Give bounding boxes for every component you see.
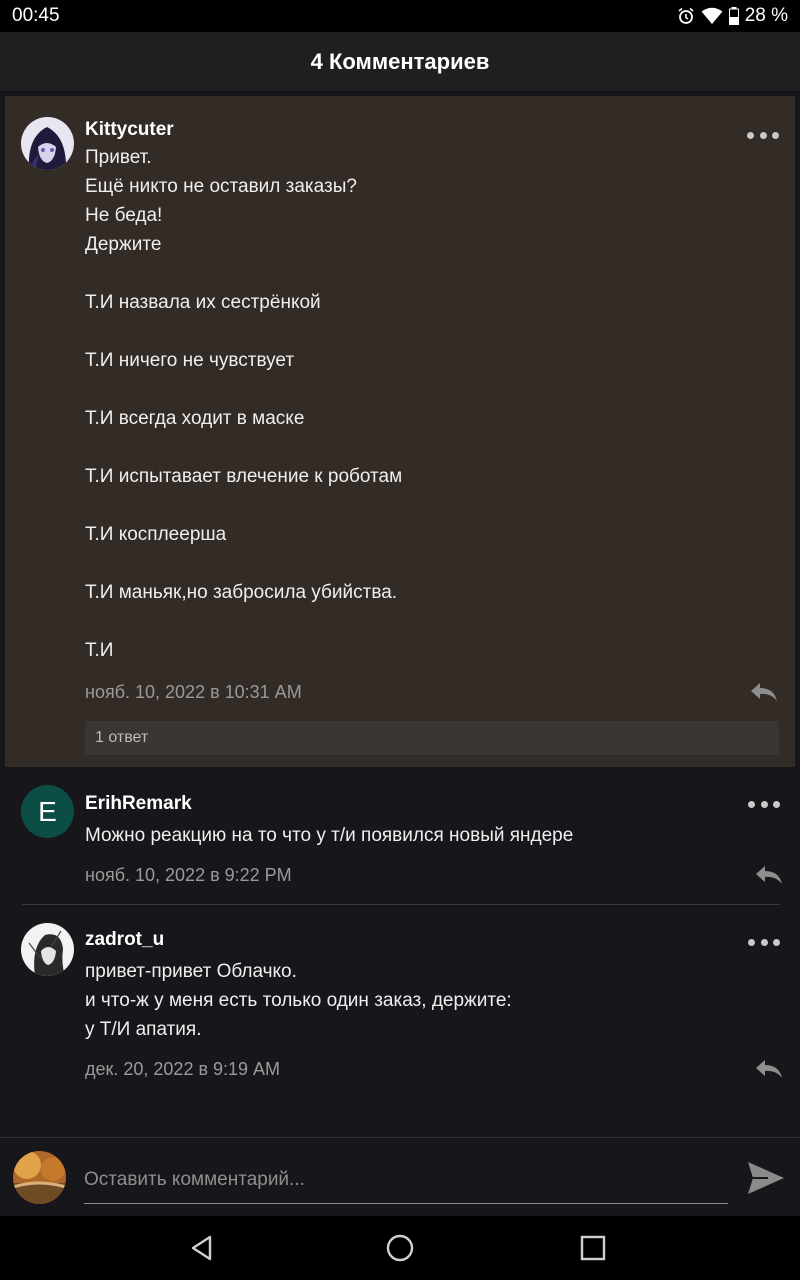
comments-header: 4 Комментариев: [0, 32, 800, 92]
comment-text-line: Т.И маньяк,но забросила убийства.: [85, 582, 398, 603]
reply-icon[interactable]: [754, 1058, 784, 1080]
home-icon[interactable]: [384, 1232, 416, 1264]
page-title: 4 Комментариев: [310, 48, 490, 74]
status-bar: 00:45 28 %: [0, 0, 800, 32]
comment-date: нояб. 10, 2022 в 9:22 PM: [85, 864, 292, 885]
reply-icon[interactable]: [754, 864, 784, 886]
comment-date: нояб. 10, 2022 в 10:31 AM: [85, 681, 302, 702]
comment-text-line: [85, 491, 775, 520]
comment-username[interactable]: Kittycuter: [85, 117, 775, 143]
user-avatar[interactable]: E: [21, 785, 74, 838]
reply-icon[interactable]: [749, 681, 779, 703]
comment-date: дек. 20, 2022 в 9:19 AM: [85, 1058, 281, 1079]
battery-icon: [728, 7, 739, 25]
comment-body: привет-привет Облачко. и что-ж у меня ес…: [85, 957, 780, 1044]
status-time: 00:45: [12, 5, 60, 26]
comment-composer: [0, 1137, 800, 1216]
comment-text-line: Не беда!: [85, 205, 163, 226]
comment-text-line: Т.И назвала их сестрёнкой: [85, 292, 321, 313]
user-avatar[interactable]: [21, 117, 74, 170]
comment-username[interactable]: ErihRemark: [85, 791, 780, 817]
recents-icon[interactable]: [577, 1232, 609, 1264]
back-icon[interactable]: [186, 1232, 218, 1264]
comment-text-line: и что-ж у меня есть только один заказ, д…: [85, 990, 512, 1011]
my-avatar: [13, 1151, 66, 1204]
comment-text-line: у Т/И апатия.: [85, 1019, 202, 1040]
comment-item: E ErihRemark Можно реакцию на то что у т…: [0, 767, 800, 904]
user-avatar[interactable]: [21, 923, 74, 976]
comment-username[interactable]: zadrot_u: [85, 927, 780, 953]
comment-item: Kittycuter Привет. Ещё никто не оставил …: [5, 96, 795, 767]
more-options-icon[interactable]: [748, 935, 780, 949]
wifi-icon: [701, 7, 723, 24]
comment-text-line: Держите: [85, 234, 162, 255]
comment-input[interactable]: [84, 1156, 728, 1204]
comment-text-line: привет-привет Облачко.: [85, 961, 297, 982]
more-options-icon[interactable]: [747, 128, 779, 142]
comment-text-line: Т.И испытавает влечение к роботам: [85, 466, 403, 487]
comment-item: zadrot_u привет-привет Облачко. и что-ж …: [0, 905, 800, 1098]
comment-text-line: [85, 549, 775, 578]
comment-text-line: Можно реакцию на то что у т/и появился н…: [85, 825, 574, 846]
comment-meta: нояб. 10, 2022 в 10:31 AM: [85, 677, 777, 707]
comment-text-line: [85, 607, 775, 636]
more-options-icon[interactable]: [748, 797, 780, 811]
comment-text-line: [85, 375, 775, 404]
comment-body: Привет. Ещё никто не оставил заказы? Не …: [85, 143, 775, 665]
system-navigation-bar: [0, 1216, 800, 1280]
comment-meta: нояб. 10, 2022 в 9:22 PM: [85, 860, 782, 890]
view-replies-button[interactable]: 1 ответ: [85, 721, 779, 755]
comment-text-line: Т.И всегда ходит в маске: [85, 408, 305, 429]
comment-text-line: Привет.: [85, 147, 152, 168]
comment-text-line: [85, 317, 775, 346]
send-icon[interactable]: [746, 1158, 786, 1198]
comment-meta: дек. 20, 2022 в 9:19 AM: [85, 1054, 782, 1084]
comment-text-line: Т.И: [85, 640, 114, 661]
status-icons: 28 %: [677, 5, 788, 27]
comment-text-line: [85, 259, 775, 288]
alarm-icon: [678, 7, 694, 24]
comments-list[interactable]: Kittycuter Привет. Ещё никто не оставил …: [0, 92, 800, 1137]
comment-text-line: Ещё никто не оставил заказы?: [85, 176, 357, 197]
comment-text-line: Т.И ничего не чувствует: [85, 350, 295, 371]
comment-text-line: Т.И косплеерша: [85, 524, 227, 545]
comment-text-line: [85, 433, 775, 462]
battery-level: 28 %: [744, 5, 788, 26]
avatar-letter: E: [38, 795, 57, 827]
